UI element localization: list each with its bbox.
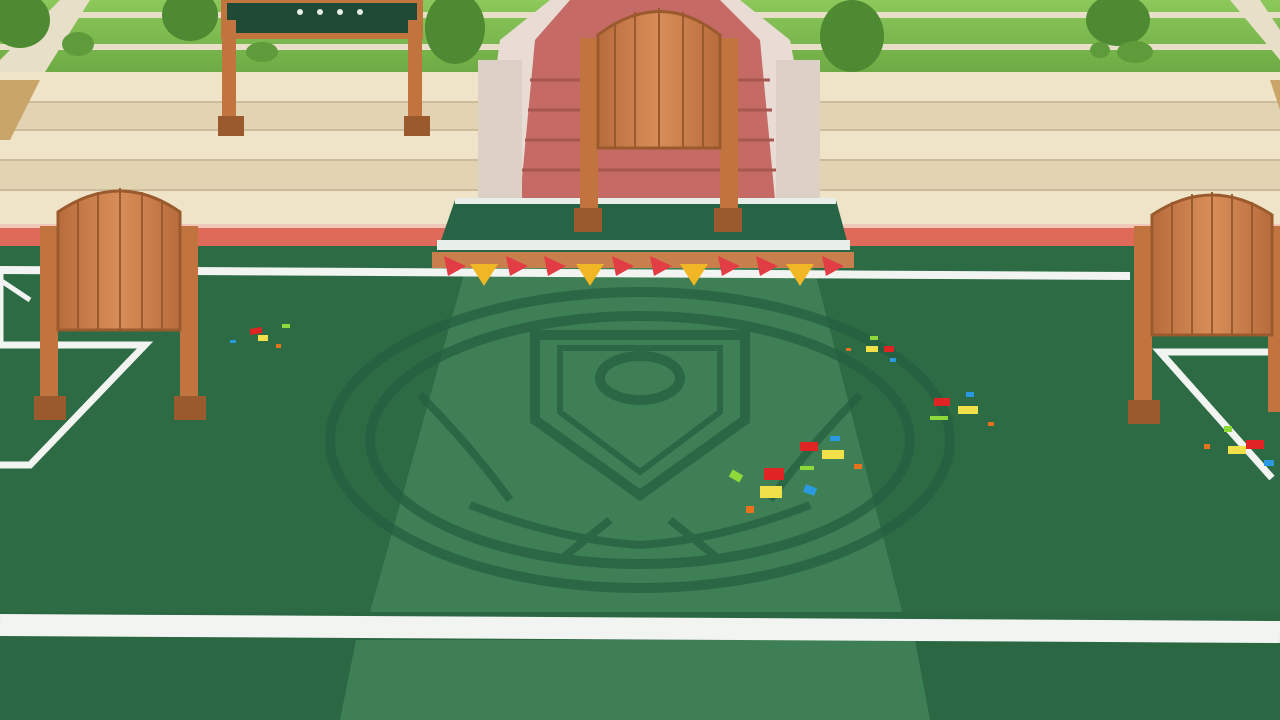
- festival-stage: [432, 198, 854, 268]
- field-canvas: [0, 0, 1280, 720]
- game-scene: [0, 0, 1280, 720]
